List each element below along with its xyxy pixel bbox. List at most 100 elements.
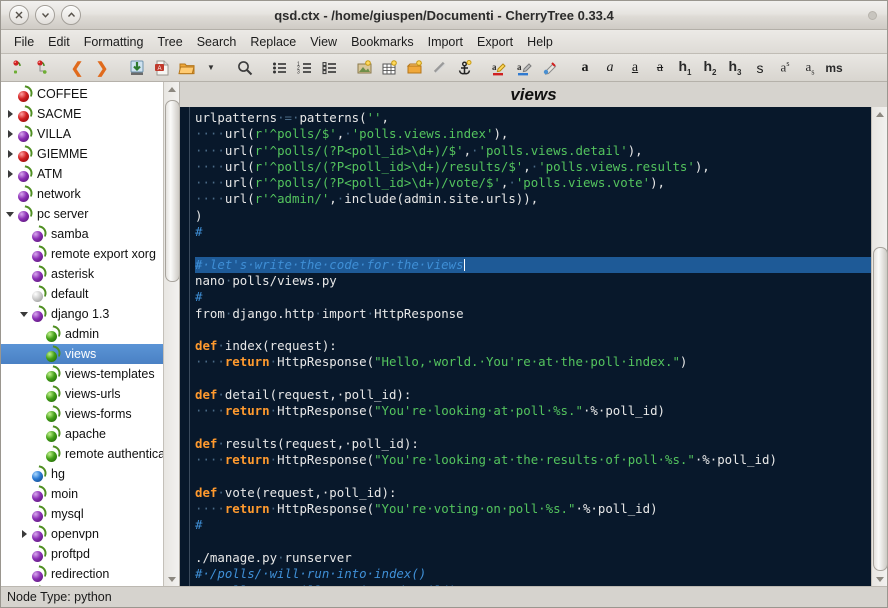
new-node-icon[interactable] xyxy=(5,56,29,79)
insert-table-icon[interactable] xyxy=(378,56,402,79)
tree-node-remote-authentication[interactable]: remote authentication xyxy=(1,444,179,464)
code-line[interactable]: #·/polls/34/·will·run·into·detail() xyxy=(195,583,887,586)
menu-replace[interactable]: Replace xyxy=(243,33,303,51)
new-subnode-icon[interactable] xyxy=(30,56,54,79)
tree-node-atm[interactable]: ATM xyxy=(1,164,179,184)
tree-node-django-1-3[interactable]: django 1.3 xyxy=(1,304,179,324)
italic-icon[interactable]: a xyxy=(598,56,622,79)
code-line[interactable]: def·index(request): xyxy=(195,338,887,354)
menu-edit[interactable]: Edit xyxy=(41,33,77,51)
expand-arrow-icon[interactable] xyxy=(3,130,17,138)
small-text-icon[interactable]: s xyxy=(748,56,772,79)
monospace-icon[interactable]: ms xyxy=(823,56,845,79)
editor-scroll-track[interactable] xyxy=(872,121,888,572)
toolbar-dropdown-icon[interactable]: ▼ xyxy=(200,56,222,79)
numbered-list-icon[interactable]: 1 2 3 xyxy=(293,56,317,79)
tree-node-openvpn[interactable]: openvpn xyxy=(1,524,179,544)
tree-node-hg[interactable]: hg xyxy=(1,464,179,484)
code-line[interactable]: nano·polls/views.py xyxy=(195,273,887,289)
heading-3-icon[interactable]: h3 xyxy=(723,56,747,79)
go-forward-icon[interactable]: ❯ xyxy=(90,56,114,79)
subscript-icon[interactable]: as xyxy=(798,56,822,79)
menu-help[interactable]: Help xyxy=(520,33,560,51)
code-line[interactable]: def·detail(request,·poll_id): xyxy=(195,387,887,403)
code-line[interactable] xyxy=(195,534,887,550)
tree-node-giemme[interactable]: GIEMME xyxy=(1,144,179,164)
insert-link-icon[interactable] xyxy=(428,56,452,79)
code-line[interactable]: urlpatterns·=·patterns('', xyxy=(195,110,887,126)
code-line[interactable]: def·results(request,·poll_id): xyxy=(195,436,887,452)
editor-scroll-down-button[interactable] xyxy=(872,572,887,586)
code-line[interactable]: ····return·HttpResponse("You're·looking·… xyxy=(195,452,887,468)
minimize-window-button[interactable] xyxy=(35,5,55,25)
tree-node-sacme[interactable]: SACME xyxy=(1,104,179,124)
code-line[interactable]: ····url(r'^polls/(?P<poll_id>\d+)/vote/$… xyxy=(195,175,887,191)
tree-panel[interactable]: COFFEE SACME VILLA GIEMME ATM network pc serve… xyxy=(1,82,180,586)
code-text[interactable]: urlpatterns·=·patterns('', ····url(r'^pol… xyxy=(190,107,887,586)
tree-node-remote-export-xorg[interactable]: remote export xorg xyxy=(1,244,179,264)
tree-node-apache[interactable]: apache xyxy=(1,424,179,444)
code-line[interactable]: ./manage.py·runserver xyxy=(195,550,887,566)
tree-node-network[interactable]: network xyxy=(1,184,179,204)
code-line[interactable]: ····url(r'^polls/(?P<poll_id>\d+)/$',·'p… xyxy=(195,143,887,159)
code-line-selected[interactable]: #·let's·write·the·code·for·the·views xyxy=(195,256,887,273)
tree-scroll-track[interactable] xyxy=(164,96,179,572)
go-back-icon[interactable]: ❮ xyxy=(65,56,89,79)
code-line[interactable]: def·vote(request,·poll_id): xyxy=(195,485,887,501)
menu-search[interactable]: Search xyxy=(190,33,244,51)
code-line[interactable]: ····return·HttpResponse("You're·looking·… xyxy=(195,403,887,419)
menu-tree[interactable]: Tree xyxy=(150,33,189,51)
tree-node-admin[interactable]: admin xyxy=(1,324,179,344)
heading-2-icon[interactable]: h2 xyxy=(698,56,722,79)
text-color-bg-icon[interactable]: a xyxy=(513,56,537,79)
menu-formatting[interactable]: Formatting xyxy=(77,33,151,51)
code-line[interactable]: ····return·HttpResponse("Hello,·world.·Y… xyxy=(195,354,887,370)
tree-node-villa[interactable]: VILLA xyxy=(1,124,179,144)
code-line[interactable]: from·django.http·import·HttpResponse xyxy=(195,306,887,322)
underline-icon[interactable]: a xyxy=(623,56,647,79)
tree-node-redirection[interactable]: redirection xyxy=(1,564,179,584)
find-icon[interactable] xyxy=(233,56,257,79)
tree-node-asterisk[interactable]: asterisk xyxy=(1,264,179,284)
code-line[interactable] xyxy=(195,240,887,256)
open-file-icon[interactable] xyxy=(175,56,199,79)
editor-vertical-scrollbar[interactable] xyxy=(871,107,888,586)
insert-image-icon[interactable] xyxy=(353,56,377,79)
code-line[interactable]: # xyxy=(195,289,887,305)
code-area[interactable]: urlpatterns·=·patterns('', ····url(r'^pol… xyxy=(180,107,888,586)
tree-node-pc-server[interactable]: pc server xyxy=(1,204,179,224)
code-line[interactable]: # xyxy=(195,517,887,533)
expand-arrow-icon[interactable] xyxy=(3,170,17,178)
code-line[interactable]: ····url(r'^polls/(?P<poll_id>\d+)/result… xyxy=(195,159,887,175)
text-color-fg-icon[interactable]: a xyxy=(488,56,512,79)
save-icon[interactable] xyxy=(125,56,149,79)
editor-scroll-thumb[interactable] xyxy=(873,247,888,571)
todo-list-icon[interactable] xyxy=(318,56,342,79)
tree-node-moin[interactable]: moin xyxy=(1,484,179,504)
remove-formatting-icon[interactable] xyxy=(538,56,562,79)
insert-anchor-icon[interactable] xyxy=(453,56,477,79)
maximize-window-button[interactable] xyxy=(61,5,81,25)
tree-node-default[interactable]: default xyxy=(1,284,179,304)
menu-export[interactable]: Export xyxy=(470,33,520,51)
code-line[interactable]: #·/polls/·will·run·into·index() xyxy=(195,566,887,582)
collapse-arrow-icon[interactable] xyxy=(17,311,31,317)
tree-scroll-thumb[interactable] xyxy=(165,100,179,282)
tree-node-coffee[interactable]: COFFEE xyxy=(1,84,179,104)
collapse-arrow-icon[interactable] xyxy=(3,211,17,217)
code-line[interactable] xyxy=(195,469,887,485)
tree-node-proftpd[interactable]: proftpd xyxy=(1,544,179,564)
tree-node-views[interactable]: views xyxy=(1,344,179,364)
tree-node-views-forms[interactable]: views-forms xyxy=(1,404,179,424)
code-line[interactable]: ) xyxy=(195,208,887,224)
code-line[interactable]: ····url(r'^polls/$',·'polls.views.index'… xyxy=(195,126,887,142)
strikethrough-icon[interactable]: a xyxy=(648,56,672,79)
tree-node-trac[interactable]: trac xyxy=(1,584,179,586)
menu-import[interactable]: Import xyxy=(421,33,470,51)
code-line[interactable]: ····return·HttpResponse("You're·voting·o… xyxy=(195,501,887,517)
code-line[interactable] xyxy=(195,420,887,436)
tree-node-mysql[interactable]: mysql xyxy=(1,504,179,524)
code-line[interactable]: # xyxy=(195,224,887,240)
tree-node-samba[interactable]: samba xyxy=(1,224,179,244)
export-pdf-icon[interactable]: A xyxy=(150,56,174,79)
